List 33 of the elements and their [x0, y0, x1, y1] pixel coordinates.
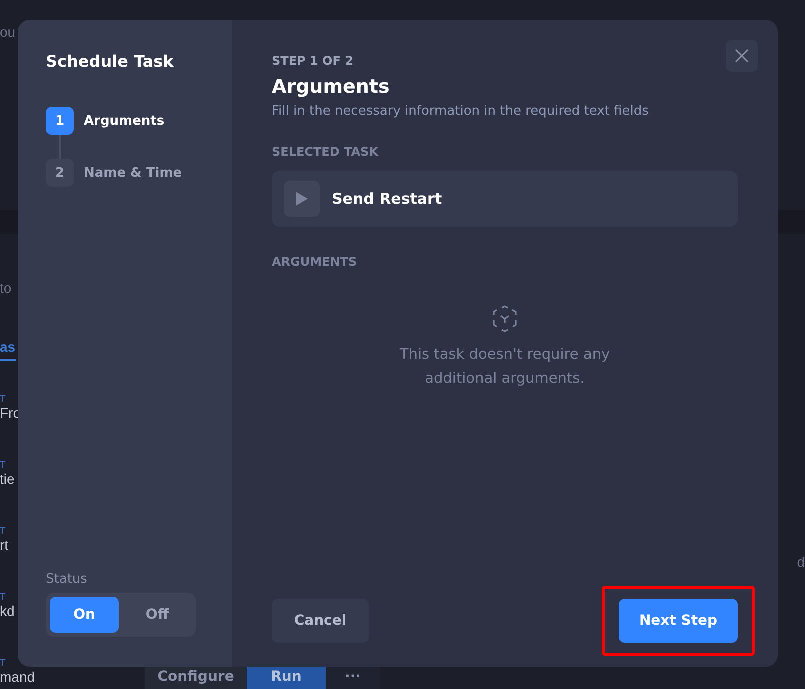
play-icon [284, 181, 320, 217]
row-tag: T [0, 593, 15, 603]
step-number: 2 [46, 159, 74, 187]
row-name: tie [0, 471, 15, 487]
row-tag: T [0, 461, 15, 471]
status-option[interactable]: Off [123, 597, 192, 633]
row-name: kd [0, 603, 15, 619]
status-option[interactable]: On [50, 597, 119, 633]
background-tab[interactable]: as [0, 339, 16, 361]
background-text: to [0, 280, 12, 296]
row-name: rt [0, 537, 9, 553]
close-icon[interactable] [726, 40, 758, 72]
section-label: SELECTED TASK [272, 145, 380, 159]
cube-icon [491, 305, 519, 333]
dialog-title: Schedule Task [46, 52, 175, 71]
section-label: ARGUMENTS [272, 255, 358, 269]
dialog-button[interactable]: Cancel [272, 599, 369, 643]
step-label[interactable]: Arguments [84, 114, 165, 128]
row-tag: T [0, 395, 21, 405]
background-text: ou [0, 24, 16, 40]
dialog-button[interactable]: Next Step [619, 599, 738, 643]
step-counter: STEP 1 OF 2 [272, 54, 354, 68]
background-text: d [797, 554, 805, 570]
step-description: Fill in the necessary information in the required text fields [272, 104, 650, 119]
step-heading: Arguments [272, 76, 391, 98]
row-tag: T [0, 659, 36, 669]
status-label: Status [46, 572, 88, 587]
step-label[interactable]: Name & Time [84, 166, 182, 180]
row-name: mand [0, 669, 36, 685]
row-tag: T [0, 527, 9, 537]
empty-message: This task doesn't require any additional arguments. [398, 346, 612, 389]
step-number: 1 [46, 107, 74, 135]
task-name: Send Restart [332, 190, 442, 208]
